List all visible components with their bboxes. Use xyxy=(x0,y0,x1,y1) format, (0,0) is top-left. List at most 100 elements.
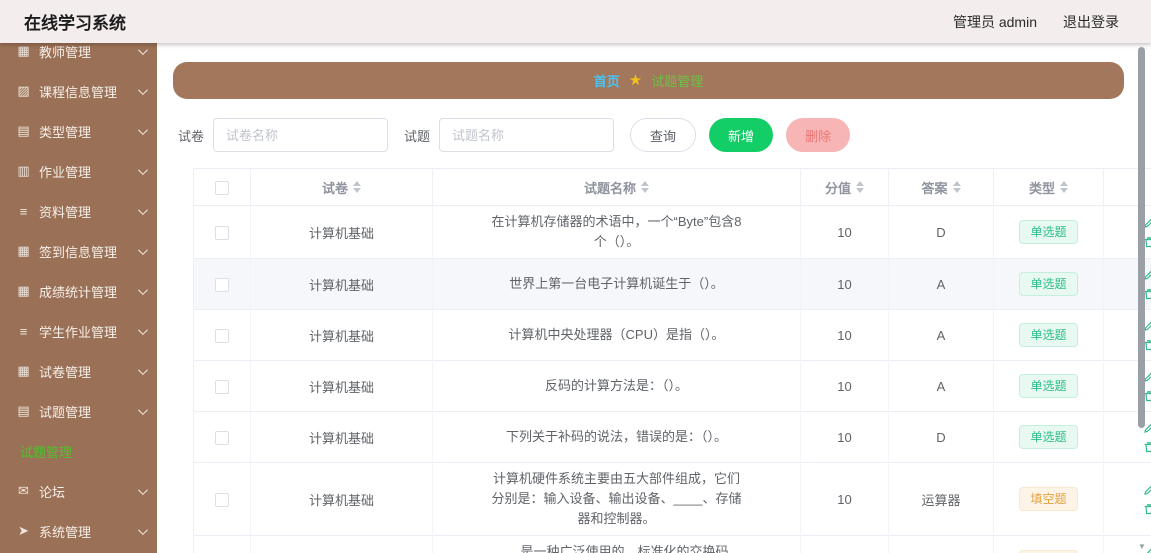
chevron-down-icon xyxy=(138,165,148,175)
logout-link[interactable]: 退出登录 xyxy=(1063,12,1119,32)
chart-icon: ▥ xyxy=(15,163,32,179)
row-checkbox[interactable] xyxy=(215,226,229,240)
answer-cell: D xyxy=(889,206,994,259)
chevron-down-icon xyxy=(138,525,148,535)
clipboard-icon: ▤ xyxy=(15,403,32,419)
question-filter-label: 试题 xyxy=(404,126,430,145)
paper-cell: 计算机基础 xyxy=(251,206,433,259)
chevron-down-icon xyxy=(138,205,148,215)
score-cell: 10 xyxy=(801,259,889,310)
sidebar-item-checkin-info-management[interactable]: ▦ 签到信息管理 xyxy=(0,231,157,271)
question-table: 试卷 试题名称 分值 答案 xyxy=(193,168,1151,553)
sidebar-item-material-management[interactable]: ≡ 资料管理 xyxy=(0,191,157,231)
col-type: 类型 xyxy=(994,169,1104,206)
paper-cell: 计算机基础 xyxy=(251,361,433,412)
question-cell: 反码的计算方法是：（）。 xyxy=(433,361,801,412)
list-icon: ≡ xyxy=(15,324,32,339)
sort-caret[interactable] xyxy=(1060,181,1068,193)
type-cell: 单选题 xyxy=(994,412,1104,463)
table-row: 计算机基础 下列关于补码的说法，错误的是：（）。 10 D 单选题 修改 删除 xyxy=(194,412,1151,463)
type-cell: 填空题 xyxy=(994,536,1104,553)
question-cell: 计算机硬件系统主要由五大部件组成，它们分别是：输入设备、输出设备、____、存储… xyxy=(433,463,801,536)
paper-cell: 计算机基础 xyxy=(251,536,433,553)
picture-icon: ▨ xyxy=(15,83,32,99)
sidebar-item-type-management[interactable]: ▤ 类型管理 xyxy=(0,111,157,151)
row-checkbox[interactable] xyxy=(215,380,229,394)
breadcrumb-home-link[interactable]: 首页 xyxy=(594,71,620,90)
query-button[interactable]: 查询 xyxy=(630,118,696,152)
question-cell: 计算机中央处理器（CPU）是指（）。 xyxy=(433,310,801,361)
chevron-down-icon xyxy=(138,405,148,415)
grid-icon: ▦ xyxy=(15,243,32,259)
sidebar-subitem-label: 试题管理 xyxy=(20,442,72,461)
type-cell: 单选题 xyxy=(994,310,1104,361)
type-tag: 填空题 xyxy=(1019,487,1077,511)
col-score: 分值 xyxy=(801,169,889,206)
type-tag: 单选题 xyxy=(1019,323,1077,347)
type-tag: 单选题 xyxy=(1019,220,1077,244)
table-row: 计算机基础 ____是一种广泛使用的、标准化的交换码，用于文本和电子数据交换。 … xyxy=(194,536,1151,553)
score-cell: 10 xyxy=(801,463,889,536)
paper-name-input[interactable] xyxy=(213,118,388,152)
score-cell: 10 xyxy=(801,361,889,412)
sidebar-item-score-stats-management[interactable]: ▦ 成绩统计管理 xyxy=(0,271,157,311)
row-checkbox[interactable] xyxy=(215,431,229,445)
sidebar-item-homework-management[interactable]: ▥ 作业管理 xyxy=(0,151,157,191)
score-cell: 10 xyxy=(801,310,889,361)
type-tag: 单选题 xyxy=(1019,374,1077,398)
delete-button[interactable]: 删除 xyxy=(786,118,850,152)
type-cell: 单选题 xyxy=(994,361,1104,412)
sidebar-menu: ▦ 教师管理 ▨ 课程信息管理 ▤ 类型管理 ▥ 作业管理 ≡ 资料管理 ▦ 签… xyxy=(0,43,157,551)
row-checkbox[interactable] xyxy=(215,493,229,507)
answer-cell: A xyxy=(889,259,994,310)
type-tag: 单选题 xyxy=(1019,425,1077,449)
sidebar-item-student-homework-management[interactable]: ≡ 学生作业管理 xyxy=(0,311,157,351)
sidebar-item-forum[interactable]: ✉ 论坛 xyxy=(0,471,157,511)
sort-caret[interactable] xyxy=(641,181,649,193)
sidebar-item-label: 教师管理 xyxy=(39,43,91,61)
sidebar-item-label: 系统管理 xyxy=(39,522,91,541)
page-title: 在线学习系统 xyxy=(24,9,126,34)
paper-cell: 计算机基础 xyxy=(251,412,433,463)
answer-cell: D xyxy=(889,412,994,463)
scrollbar[interactable]: ▼ xyxy=(1137,43,1147,553)
chevron-down-icon xyxy=(138,125,148,135)
sidebar-item-course-info-management[interactable]: ▨ 课程信息管理 xyxy=(0,71,157,111)
scroll-down-arrow-icon[interactable]: ▼ xyxy=(1137,542,1147,551)
question-cell: 下列关于补码的说法，错误的是：（）。 xyxy=(433,412,801,463)
sidebar-item-exam-paper-management[interactable]: ▦ 试卷管理 xyxy=(0,351,157,391)
sidebar-item-teacher-management[interactable]: ▦ 教师管理 xyxy=(0,43,157,71)
question-name-input[interactable] xyxy=(439,118,614,152)
type-cell: 填空题 xyxy=(994,463,1104,536)
select-all-checkbox[interactable] xyxy=(215,181,229,195)
sort-caret[interactable] xyxy=(353,181,361,193)
answer-cell: ASCII码 xyxy=(889,536,994,553)
row-checkbox[interactable] xyxy=(215,278,229,292)
add-button[interactable]: 新增 xyxy=(709,118,773,152)
sidebar-item-system-management[interactable]: ➤ 系统管理 xyxy=(0,511,157,551)
sidebar-item-label: 作业管理 xyxy=(39,162,91,181)
chevron-down-icon xyxy=(138,85,148,95)
sidebar-item-label: 成绩统计管理 xyxy=(39,282,117,301)
question-table-body: 计算机基础 在计算机存储器的术语中，一个“Byte”包含8个（）。 10 D 单… xyxy=(194,206,1151,553)
sidebar-item-question-management-sub[interactable]: 试题管理 xyxy=(0,431,157,471)
sidebar-item-label: 资料管理 xyxy=(39,202,91,221)
user-area: 管理员 admin 退出登录 xyxy=(953,12,1119,32)
question-cell: ____是一种广泛使用的、标准化的交换码，用于文本和电子数据交换。 xyxy=(433,536,801,553)
col-paper: 试卷 xyxy=(251,169,433,206)
sort-caret[interactable] xyxy=(953,181,961,193)
sort-caret[interactable] xyxy=(856,181,864,193)
main-content: 首页 ★ 试题管理 试卷 试题 查询 新增 删除 试卷 xyxy=(157,43,1151,553)
filter-row: 试卷 试题 查询 新增 删除 xyxy=(178,117,850,153)
sidebar-item-label: 课程信息管理 xyxy=(39,82,117,101)
row-checkbox[interactable] xyxy=(215,329,229,343)
chevron-down-icon xyxy=(138,285,148,295)
paper-cell: 计算机基础 xyxy=(251,310,433,361)
send-icon: ➤ xyxy=(15,523,32,539)
scrollbar-thumb[interactable] xyxy=(1138,47,1145,428)
sidebar-item-question-management[interactable]: ▤ 试题管理 xyxy=(0,391,157,431)
answer-cell: A xyxy=(889,310,994,361)
score-cell: 10 xyxy=(801,206,889,259)
chevron-down-icon xyxy=(138,365,148,375)
chat-icon: ✉ xyxy=(15,483,32,499)
